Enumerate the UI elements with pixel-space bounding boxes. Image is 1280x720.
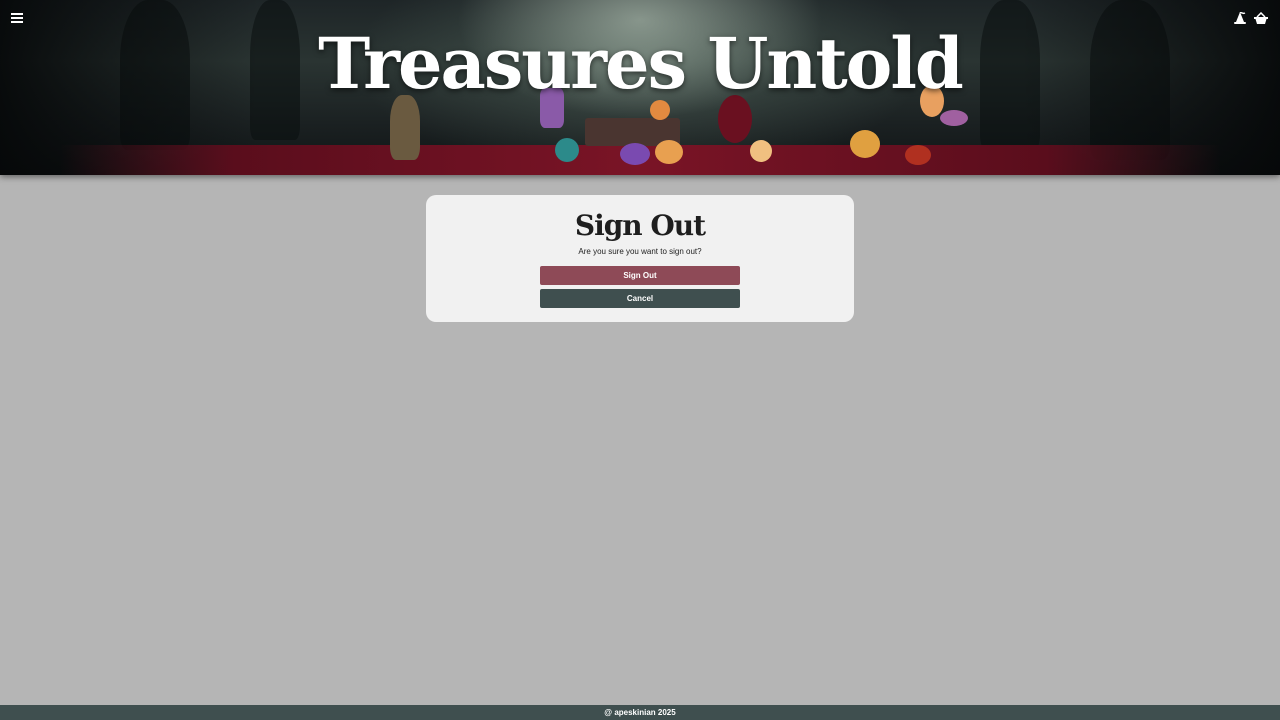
page: Treasures Untold Sign Out Are you sure y… xyxy=(0,0,1280,720)
cancel-button[interactable]: Cancel xyxy=(540,289,740,308)
sign-out-dialog: Sign Out Are you sure you want to sign o… xyxy=(426,195,854,322)
dialog-title: Sign Out xyxy=(574,209,706,242)
dialog-message: Are you sure you want to sign out? xyxy=(578,247,702,256)
footer: @ apeskinian 2025 xyxy=(0,705,1280,720)
hamburger-menu-icon[interactable] xyxy=(7,8,27,28)
sign-out-button[interactable]: Sign Out xyxy=(540,266,740,285)
basket-icon[interactable] xyxy=(1251,8,1271,28)
header-banner: Treasures Untold xyxy=(0,0,1280,175)
footer-copyright: @ apeskinian 2025 xyxy=(604,708,676,717)
witch-hat-icon[interactable] xyxy=(1230,8,1250,28)
site-title: Treasures Untold xyxy=(318,22,964,105)
